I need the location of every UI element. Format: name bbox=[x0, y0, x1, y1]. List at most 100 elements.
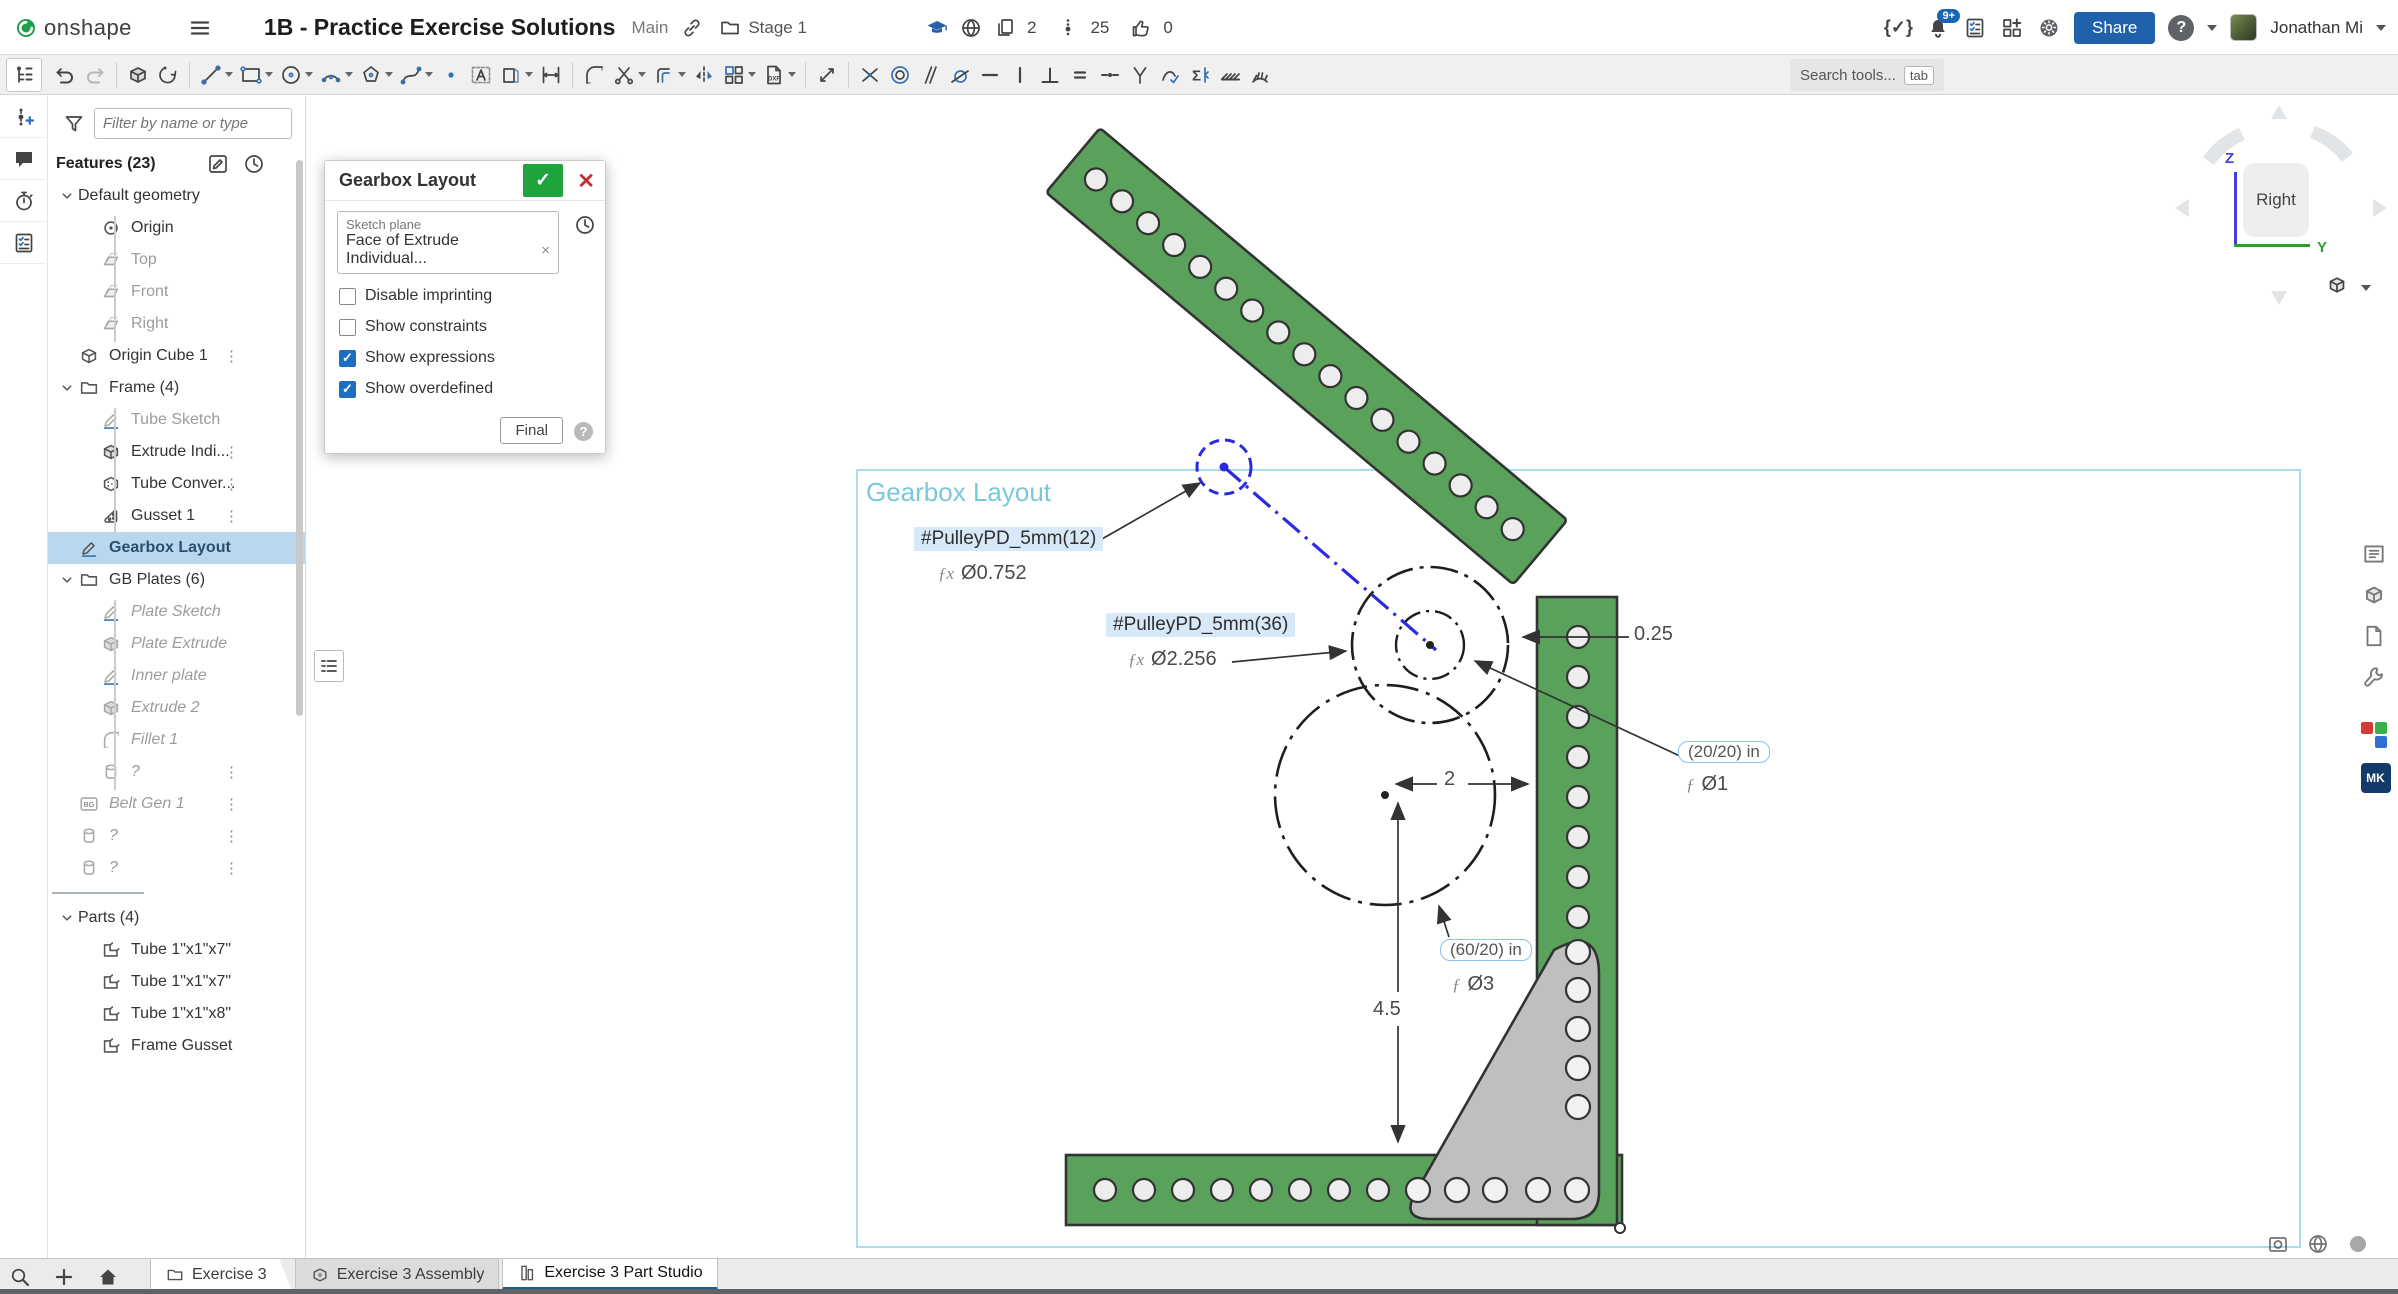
constraint-equal-button[interactable] bbox=[1065, 59, 1095, 91]
notifications-button[interactable]: 9+ bbox=[1926, 8, 1960, 40]
sketch-point-button[interactable] bbox=[436, 59, 466, 91]
pulley12-dimension[interactable]: ƒx Ø0.752 bbox=[938, 562, 1027, 585]
chevron-down-icon[interactable] bbox=[56, 909, 78, 927]
tab-exercise-3-assembly[interactable]: Exercise 3 Assembly bbox=[294, 1258, 500, 1290]
chevron-down-icon[interactable] bbox=[385, 72, 393, 77]
help-caret-icon[interactable] bbox=[2207, 24, 2218, 31]
checkbox-icon[interactable] bbox=[339, 287, 356, 305]
docs-panel-button[interactable] bbox=[2356, 619, 2392, 653]
import-dxf-tool-button[interactable]: DXF bbox=[759, 59, 799, 91]
snapshot-icon[interactable] bbox=[2266, 1232, 2290, 1256]
constraint-curvature-button[interactable] bbox=[1155, 59, 1185, 91]
tree-item-gearbox-layout[interactable]: Gearbox Layout bbox=[48, 532, 305, 564]
tree-item-tube-conver[interactable]: Tube Conver... ⋮ bbox=[48, 468, 305, 500]
remove-selection-icon[interactable]: × bbox=[541, 242, 550, 259]
offset-tool-button[interactable] bbox=[649, 59, 689, 91]
help-button[interactable]: ? bbox=[2168, 14, 2195, 41]
tree-item-[interactable]: ? ⋮ bbox=[48, 756, 305, 788]
tab-exercise-3[interactable]: Exercise 3 bbox=[150, 1258, 292, 1290]
tree-item-default-geometry[interactable]: Default geometry bbox=[48, 180, 305, 212]
checkbox-icon[interactable]: ✓ bbox=[339, 380, 356, 398]
close-icon[interactable]: ✕ bbox=[577, 169, 595, 194]
gear-pitch-circles[interactable] bbox=[1273, 565, 1510, 907]
pulley12-expression[interactable]: #PulleyPD_5mm(12) bbox=[914, 527, 1104, 551]
transform-tool-button[interactable] bbox=[812, 59, 842, 91]
likes-icon[interactable] bbox=[1129, 16, 1153, 40]
checkbox-disable-imprinting[interactable]: Disable imprinting bbox=[339, 287, 605, 305]
center-distance-dimension[interactable]: 2 bbox=[1444, 768, 1455, 791]
context-indicator-icon[interactable]: ⋮ bbox=[224, 795, 239, 813]
context-indicator-icon[interactable]: ⋮ bbox=[224, 827, 239, 845]
versions-count-icon[interactable] bbox=[1056, 16, 1080, 40]
chevron-down-icon[interactable] bbox=[225, 72, 233, 77]
offset-dimension[interactable]: 0.25 bbox=[1634, 623, 1673, 646]
checkbox-show-constraints[interactable]: Show constraints bbox=[339, 318, 605, 336]
tree-item-parts-4[interactable]: Parts (4) bbox=[48, 902, 305, 934]
learning-icon[interactable] bbox=[2037, 16, 2061, 40]
tasks-icon[interactable] bbox=[1963, 16, 1987, 40]
dialog-help-icon[interactable]: ? bbox=[574, 422, 593, 441]
constraint-coincident-button[interactable] bbox=[855, 59, 885, 91]
chevron-down-icon[interactable] bbox=[56, 187, 78, 205]
checkbox-show-expressions[interactable]: ✓ Show expressions bbox=[339, 349, 605, 367]
link-icon[interactable] bbox=[680, 16, 704, 40]
context-indicator-icon[interactable]: ⋮ bbox=[224, 763, 239, 781]
pattern-tool-button[interactable] bbox=[719, 59, 759, 91]
tree-item-plate-sketch[interactable]: Plate Sketch bbox=[48, 596, 305, 628]
tree-item-extrude-2[interactable]: Extrude 2 bbox=[48, 692, 305, 724]
search-tabs-button[interactable] bbox=[6, 1264, 34, 1290]
home-button[interactable] bbox=[94, 1264, 122, 1290]
context-indicator-icon[interactable]: ⋮ bbox=[224, 347, 239, 365]
workspace-name[interactable]: Main bbox=[631, 18, 668, 38]
context-indicator-icon[interactable]: ⋮ bbox=[224, 443, 239, 461]
chevron-down-icon[interactable] bbox=[788, 72, 796, 77]
chevron-down-icon[interactable] bbox=[345, 72, 353, 77]
insert-panel-button[interactable] bbox=[2356, 537, 2392, 571]
share-button[interactable]: Share bbox=[2074, 11, 2156, 44]
constraint-concentric-button[interactable] bbox=[885, 59, 915, 91]
education-icon[interactable] bbox=[925, 16, 949, 40]
vertical-tube-part[interactable] bbox=[1535, 595, 1619, 1227]
ratio-badge-6020[interactable]: (60/20) in bbox=[1440, 939, 1532, 961]
chevron-down-icon[interactable] bbox=[638, 72, 646, 77]
avatar[interactable] bbox=[2230, 14, 2258, 41]
add-tab-button[interactable] bbox=[50, 1264, 78, 1290]
tree-item-belt-gen-1[interactable]: BG Belt Gen 1 ⋮ bbox=[48, 788, 305, 820]
tree-item-tube-1-x1-x8[interactable]: Tube 1"x1"x8" bbox=[48, 998, 305, 1030]
tree-item-frame-4[interactable]: Frame (4) bbox=[48, 372, 305, 404]
tree-item-right[interactable]: Right bbox=[48, 308, 305, 340]
tree-item-gb-plates-6[interactable]: GB Plates (6) bbox=[48, 564, 305, 596]
constraint-fix-button[interactable] bbox=[1215, 59, 1245, 91]
sketch-circle-button[interactable] bbox=[276, 59, 316, 91]
chevron-down-icon[interactable] bbox=[525, 72, 533, 77]
feature-list-toggle-button[interactable] bbox=[6, 57, 42, 92]
copies-icon[interactable] bbox=[993, 16, 1017, 40]
checkbox-show-overdefined[interactable]: ✓ Show overdefined bbox=[339, 380, 605, 398]
tree-item-[interactable]: ? ⋮ bbox=[48, 820, 305, 852]
constraint-symmetric-button[interactable] bbox=[1125, 59, 1155, 91]
context-indicator-icon[interactable]: ⋮ bbox=[224, 507, 239, 525]
constraint-perpendicular-button[interactable] bbox=[1035, 59, 1065, 91]
pulley36-expression[interactable]: #PulleyPD_5mm(36) bbox=[1106, 613, 1296, 637]
checkbox-icon[interactable] bbox=[339, 318, 356, 336]
tree-item-[interactable]: ? ⋮ bbox=[48, 852, 305, 884]
checklist-rail-button[interactable] bbox=[0, 222, 48, 264]
constraint-pierce-button[interactable]: Σ bbox=[1185, 59, 1215, 91]
gusset-part[interactable] bbox=[1404, 938, 1601, 1221]
tree-item-inner-plate[interactable]: Inner plate bbox=[48, 660, 305, 692]
ratio-badge-2020[interactable]: (20/20) in bbox=[1678, 741, 1770, 763]
tree-item-gusset-1[interactable]: Gusset 1 ⋮ bbox=[48, 500, 305, 532]
rollback-bar[interactable] bbox=[48, 884, 305, 902]
history-rail-button[interactable] bbox=[0, 180, 48, 222]
versions-rail-button[interactable] bbox=[0, 96, 48, 138]
constraint-normal-button[interactable] bbox=[1245, 59, 1275, 91]
view-cube-face[interactable]: Right bbox=[2243, 163, 2309, 237]
chevron-down-icon[interactable] bbox=[265, 72, 273, 77]
stage-label[interactable]: Stage 1 bbox=[748, 18, 807, 38]
sketch-polygon-button[interactable] bbox=[356, 59, 396, 91]
tree-item-tube-sketch[interactable]: Tube Sketch bbox=[48, 404, 305, 436]
public-icon[interactable] bbox=[959, 16, 983, 40]
dia3-dimension[interactable]: ƒ Ø3 bbox=[1452, 973, 1494, 996]
height-dimension[interactable]: 4.5 bbox=[1373, 998, 1401, 1021]
rollback-clock-icon[interactable] bbox=[573, 213, 597, 237]
